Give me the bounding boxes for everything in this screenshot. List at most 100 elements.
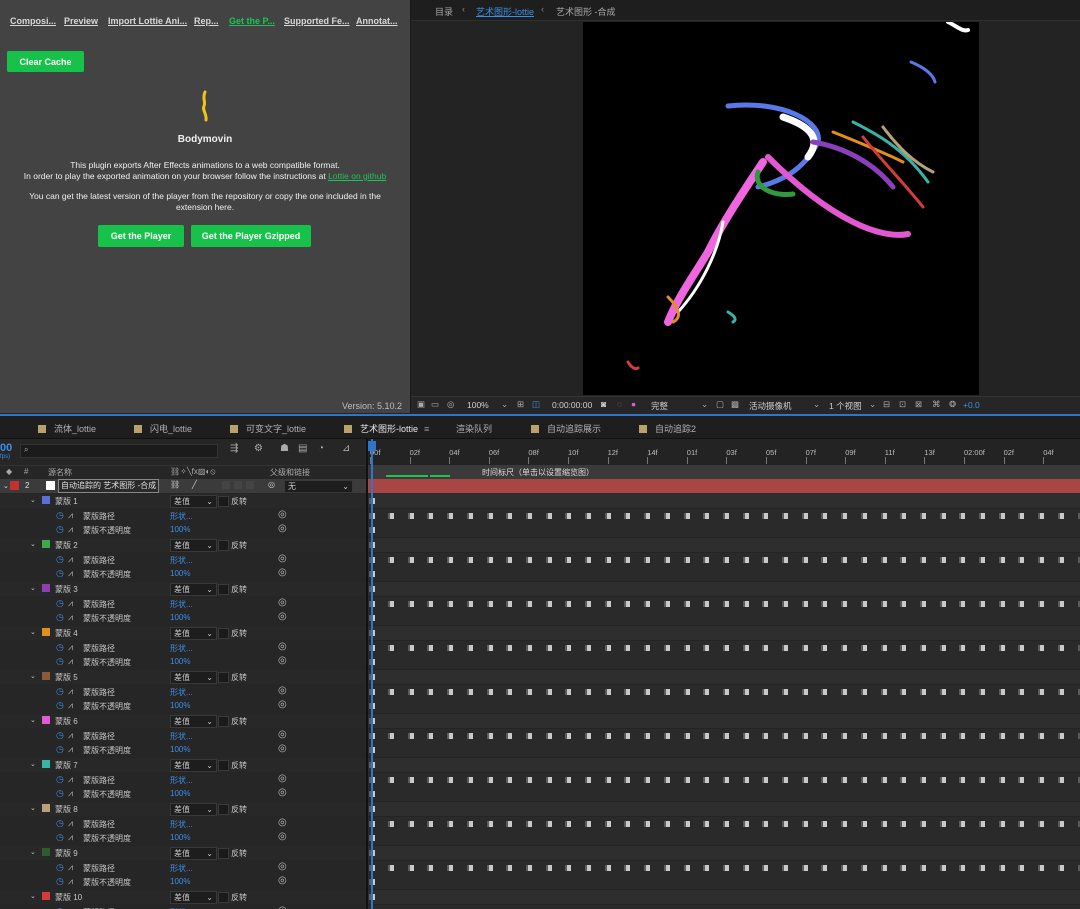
keyframe[interactable] xyxy=(624,557,630,563)
keyframe[interactable] xyxy=(1018,513,1024,519)
keyframe[interactable] xyxy=(506,645,512,651)
quality-icon[interactable]: ╱ xyxy=(192,480,197,489)
keyframe[interactable] xyxy=(565,557,571,563)
keyframe[interactable] xyxy=(1038,733,1044,739)
keyframe[interactable] xyxy=(723,689,729,695)
keyframe[interactable] xyxy=(447,733,453,739)
keyframe[interactable] xyxy=(762,733,768,739)
tab-annotations[interactable]: Annotat... xyxy=(356,16,398,26)
property-track-row[interactable] xyxy=(368,729,1080,744)
tab-reports[interactable]: Rep... xyxy=(194,16,219,26)
column-number[interactable]: # xyxy=(24,467,28,476)
keyframe[interactable] xyxy=(723,821,729,827)
graph-icon[interactable]: ⩘ xyxy=(68,510,73,521)
keyframe[interactable] xyxy=(940,645,946,651)
keyframe[interactable] xyxy=(900,513,906,519)
keyframe[interactable] xyxy=(920,733,926,739)
keyframe[interactable] xyxy=(585,557,591,563)
property-track-row[interactable] xyxy=(368,685,1080,700)
keyframe[interactable] xyxy=(920,513,926,519)
keyframe[interactable] xyxy=(723,557,729,563)
keyframe[interactable] xyxy=(999,645,1005,651)
keyframe[interactable] xyxy=(546,821,552,827)
keyframe[interactable] xyxy=(723,645,729,651)
keyframe[interactable] xyxy=(959,513,965,519)
keyframe[interactable] xyxy=(487,513,493,519)
keyframe[interactable] xyxy=(565,689,571,695)
graph-icon[interactable]: ⩘ xyxy=(68,730,73,741)
keyframe[interactable] xyxy=(1018,865,1024,871)
keyframe[interactable] xyxy=(743,645,749,651)
mask-opacity-value[interactable]: 100% xyxy=(170,789,190,798)
keyframe[interactable] xyxy=(526,513,532,519)
keyframe[interactable] xyxy=(802,821,808,827)
keyframe[interactable] xyxy=(427,733,433,739)
breadcrumb-root[interactable]: 目录 xyxy=(435,5,453,18)
keyframe[interactable] xyxy=(467,557,473,563)
invert-checkbox[interactable] xyxy=(218,496,229,507)
keyframe[interactable] xyxy=(388,645,394,651)
pick-whip-icon[interactable]: ◎ xyxy=(278,875,287,886)
graph-icon[interactable]: ⩘ xyxy=(68,862,73,873)
keyframe[interactable] xyxy=(940,821,946,827)
keyframe[interactable] xyxy=(565,645,571,651)
mask-opacity-value[interactable]: 100% xyxy=(170,877,190,886)
chevron-down-icon[interactable]: ⌄ xyxy=(701,399,708,410)
keyframe[interactable] xyxy=(467,513,473,519)
property-track-row[interactable] xyxy=(368,773,1080,788)
switch-box[interactable] xyxy=(234,481,242,489)
keyframe[interactable] xyxy=(624,513,630,519)
keyframe[interactable] xyxy=(388,689,394,695)
graph-icon[interactable]: ⩘ xyxy=(68,700,73,711)
keyframe[interactable] xyxy=(664,689,670,695)
keyframe[interactable] xyxy=(940,777,946,783)
mask-path-row[interactable]: ◷⩘蒙版路径形状...◎ xyxy=(0,817,366,831)
keyframe[interactable] xyxy=(743,865,749,871)
tab-render-queue[interactable]: 渲染队列 xyxy=(456,422,492,435)
playhead[interactable] xyxy=(371,439,373,909)
keyframe[interactable] xyxy=(821,733,827,739)
chevron-down-icon[interactable]: ⌄ xyxy=(30,804,36,812)
reset-exposure-icon[interactable]: ❂ xyxy=(949,399,956,410)
keyframe[interactable] xyxy=(881,601,887,607)
keyframe[interactable] xyxy=(881,865,887,871)
keyframe[interactable] xyxy=(1018,733,1024,739)
keyframe[interactable] xyxy=(644,865,650,871)
keyframe[interactable] xyxy=(802,513,808,519)
keyframe[interactable] xyxy=(861,777,867,783)
mask-opacity-value[interactable]: 100% xyxy=(170,569,190,578)
keyframe[interactable] xyxy=(388,821,394,827)
keyframe[interactable] xyxy=(447,557,453,563)
keyframe[interactable] xyxy=(585,821,591,827)
keyframe[interactable] xyxy=(467,821,473,827)
keyframe[interactable] xyxy=(999,821,1005,827)
keyframe[interactable] xyxy=(821,821,827,827)
graph-icon[interactable]: ⩘ xyxy=(68,598,73,609)
chevron-down-icon[interactable]: ⌄ xyxy=(30,672,36,680)
mask-mode-select[interactable]: 差值⌄ xyxy=(170,759,217,772)
keyframe[interactable] xyxy=(447,513,453,519)
keyframe[interactable] xyxy=(782,865,788,871)
keyframe[interactable] xyxy=(467,865,473,871)
keyframe[interactable] xyxy=(1018,645,1024,651)
pick-whip-icon[interactable]: ◎ xyxy=(278,641,287,652)
keyframe[interactable] xyxy=(1038,513,1044,519)
keyframe[interactable] xyxy=(1018,821,1024,827)
camera-select[interactable]: 活动摄像机 xyxy=(749,400,792,412)
property-track-row[interactable] xyxy=(368,817,1080,832)
keyframe[interactable] xyxy=(624,821,630,827)
keyframe[interactable] xyxy=(408,601,414,607)
keyframe[interactable] xyxy=(703,689,709,695)
keyframe[interactable] xyxy=(821,865,827,871)
collapse-transform-icon[interactable]: ⛓ xyxy=(170,480,180,489)
keyframe[interactable] xyxy=(861,601,867,607)
mask-color-swatch[interactable] xyxy=(42,496,50,504)
stopwatch-icon[interactable]: ◷ xyxy=(56,598,64,609)
keyframe[interactable] xyxy=(920,777,926,783)
camera-snapshot-icon[interactable]: ◙ xyxy=(601,399,606,409)
keyframe[interactable] xyxy=(427,601,433,607)
keyframe[interactable] xyxy=(408,689,414,695)
keyframe[interactable] xyxy=(408,733,414,739)
show-snapshot-icon[interactable]: ◌ xyxy=(617,399,622,409)
mask-track-row[interactable] xyxy=(368,582,1080,597)
